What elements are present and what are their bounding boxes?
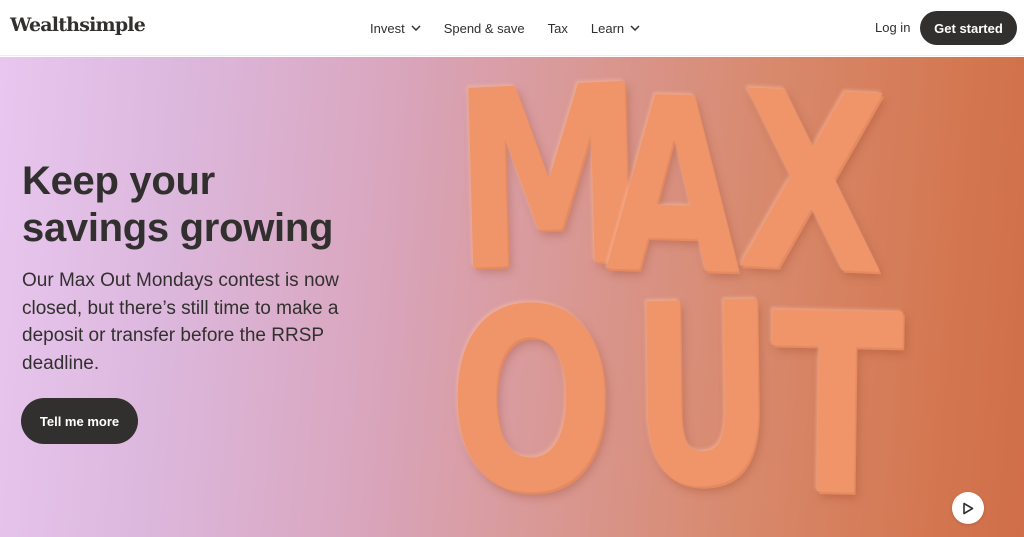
wealthsimple-logo[interactable]: Wealthsimple [10, 14, 146, 36]
login-link[interactable]: Log in [875, 20, 910, 35]
art-letter-t: T [768, 261, 905, 537]
chevron-down-icon [411, 25, 421, 31]
nav-learn[interactable]: Learn [591, 21, 640, 36]
get-started-button[interactable]: Get started [920, 11, 1017, 45]
hero-banner: Keep your savings growing Our Max Out Mo… [0, 57, 1024, 537]
tell-me-more-button[interactable]: Tell me more [21, 398, 138, 444]
hero-description: Our Max Out Mondays contest is now close… [22, 270, 339, 374]
nav-tax-label: Tax [547, 20, 568, 36]
nav-invest[interactable]: Invest [370, 21, 421, 36]
art-letter-u: U [629, 248, 776, 537]
site-header: Wealthsimple Invest Spend & save Tax Lea… [0, 0, 1024, 56]
video-play-button[interactable] [952, 492, 984, 524]
play-icon [963, 502, 974, 514]
nav-spend-save[interactable]: Spend & save [444, 21, 525, 36]
art-letter-o: O [448, 256, 614, 537]
chevron-down-icon [630, 25, 640, 31]
main-nav: Invest Spend & save Tax Learn [370, 0, 663, 56]
hero-headline: Keep your savings growing [22, 159, 334, 250]
nav-spend-save-label: Spend & save [443, 20, 525, 36]
nav-invest-label: Invest [370, 20, 405, 36]
nav-tax[interactable]: Tax [548, 21, 568, 36]
max-out-artwork: M A X O U T [448, 57, 920, 537]
nav-learn-label: Learn [590, 20, 625, 36]
